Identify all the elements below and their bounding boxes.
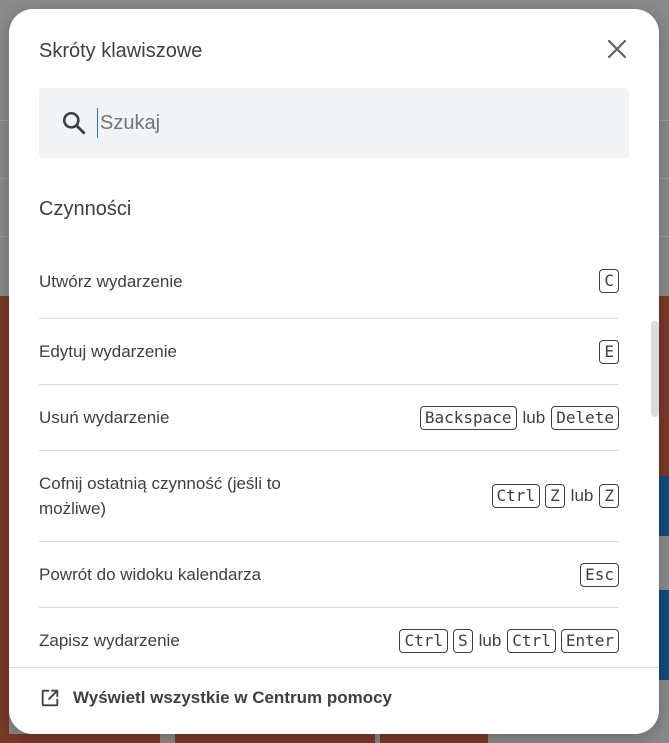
- key-cap: Ctrl: [491, 484, 541, 508]
- help-center-link[interactable]: Wyświetl wszystkie w Centrum pomocy: [39, 687, 392, 709]
- shortcut-label: Utwórz wydarzenie: [39, 271, 183, 291]
- background-event-block: [659, 476, 669, 536]
- key-cap: Delete: [551, 405, 619, 430]
- key-cap: Backspace: [419, 405, 517, 430]
- key-cap: Enter: [560, 628, 619, 653]
- shortcut-label: Edytuj wydarzenie: [39, 342, 177, 361]
- key-cap: E: [599, 339, 619, 364]
- shortcut-keys: C: [599, 269, 619, 293]
- background-event-block: [380, 734, 488, 743]
- shortcut-keys: Esc: [580, 562, 619, 587]
- shortcut-label: Zapisz wydarzenie: [39, 631, 180, 650]
- shortcut-keys: Ctrl Slub Ctrl Enter: [399, 628, 619, 653]
- keyboard-shortcuts-dialog: Skróty klawiszowe Czynności Utwórz wydar…: [9, 9, 659, 734]
- background-event-block: [659, 590, 669, 680]
- dialog-footer: Wyświetl wszystkie w Centrum pomocy: [9, 667, 659, 734]
- shortcut-row: Powrót do widoku kalendarza Esc: [39, 542, 619, 608]
- shortcut-row: Zapisz wydarzenie Ctrl Slub Ctrl Enter: [39, 608, 619, 674]
- shortcut-row: Cofnij ostatnią czynność (jeśli to możli…: [39, 451, 619, 542]
- key-separator: lub: [522, 407, 546, 427]
- close-button[interactable]: [605, 37, 629, 61]
- background-event-block: [0, 296, 9, 743]
- key-cap: Ctrl: [399, 628, 448, 653]
- shortcut-label: Cofnij ostatnią czynność (jeśli to możli…: [39, 474, 281, 518]
- key-cap: C: [599, 269, 619, 293]
- search-box[interactable]: [39, 88, 629, 158]
- key-cap: Z: [545, 484, 565, 508]
- help-center-link-text: Wyświetl wszystkie w Centrum pomocy: [73, 688, 392, 707]
- shortcut-row: Edytuj wydarzenie E: [39, 319, 619, 385]
- key-separator: lub: [478, 630, 502, 650]
- shortcut-row: Utwórz wydarzenie C: [39, 244, 619, 319]
- shortcut-label: Powrót do widoku kalendarza: [39, 565, 262, 584]
- shortcut-label: Usuń wydarzenie: [39, 408, 170, 427]
- dialog-title: Skróty klawiszowe: [39, 40, 203, 62]
- shortcut-row: Usuń wydarzenie Backspace lub Delete: [39, 385, 619, 451]
- key-cap: Z: [599, 484, 619, 508]
- scrollbar-thumb[interactable]: [651, 321, 659, 417]
- shortcut-keys: E: [599, 339, 619, 364]
- key-cap: Ctrl: [507, 628, 556, 653]
- shortcut-keys: Backspace lub Delete: [419, 405, 619, 430]
- search-input[interactable]: [97, 108, 597, 138]
- background-event-block: [0, 734, 160, 743]
- background-event-block: [659, 296, 669, 476]
- close-icon: [607, 39, 627, 59]
- shortcut-keys: Ctrl Zlub Z: [491, 484, 619, 508]
- key-cap: Esc: [580, 562, 619, 587]
- shortcut-list: Utwórz wydarzenie C Edytuj wydarzenie E Usuń…: [39, 244, 619, 674]
- open-in-new-icon: [41, 689, 59, 707]
- background-event-block: [175, 734, 375, 743]
- key-separator: lub: [570, 486, 594, 505]
- search-icon: [62, 111, 86, 135]
- section-title: Czynności: [39, 198, 132, 220]
- key-cap: S: [452, 628, 473, 653]
